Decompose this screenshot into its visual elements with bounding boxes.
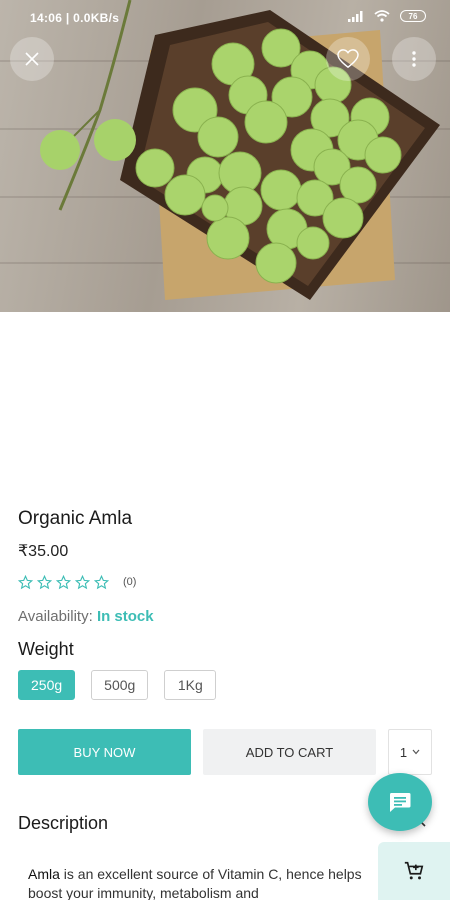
review-count: (0) bbox=[123, 576, 137, 588]
battery-icon: 76 bbox=[400, 10, 426, 22]
availability: Availability: In stock bbox=[18, 606, 432, 628]
favorite-button[interactable] bbox=[326, 37, 370, 81]
close-icon bbox=[25, 52, 39, 66]
weight-option-1kg[interactable]: 1Kg bbox=[164, 670, 217, 700]
status-bar: 14:06 | 0.0KB/s 76 bbox=[0, 0, 450, 36]
weight-options: 250g 500g 1Kg bbox=[18, 670, 432, 700]
status-time: 14:06 | 0.0KB/s bbox=[30, 11, 120, 25]
availability-label: Availability: bbox=[18, 608, 93, 625]
close-button[interactable] bbox=[10, 37, 54, 81]
product-title: Organic Amla bbox=[18, 508, 133, 529]
description-text: Amla is an excellent source of Vitamin C… bbox=[28, 865, 384, 900]
cart-button[interactable] bbox=[378, 842, 450, 900]
chat-button[interactable] bbox=[368, 773, 432, 831]
quantity-value: 1 bbox=[399, 744, 408, 760]
add-to-cart-button[interactable]: ADD TO CART bbox=[203, 729, 376, 775]
wifi-icon bbox=[374, 10, 390, 22]
heart-outline-icon bbox=[337, 49, 359, 69]
quantity-select[interactable]: 1 bbox=[388, 729, 432, 775]
product-price: ₹35.00 bbox=[18, 543, 69, 560]
more-vertical-icon bbox=[412, 51, 416, 67]
weight-option-500g[interactable]: 500g bbox=[91, 670, 149, 700]
cart-add-icon bbox=[404, 861, 424, 880]
more-options-button[interactable] bbox=[392, 37, 436, 81]
description-body: is an excellent source of Vitamin C, hen… bbox=[28, 866, 362, 900]
buy-now-button[interactable]: BUY NOW bbox=[18, 729, 191, 775]
weight-option-250g[interactable]: 250g bbox=[18, 670, 76, 700]
star-outline-icon bbox=[56, 574, 71, 589]
chevron-down-icon bbox=[412, 749, 420, 755]
description-highlight: Amla bbox=[28, 866, 60, 882]
product-details: Organic Amla ₹35.00 (0) Availability: In… bbox=[18, 506, 432, 700]
product-image: 14:06 | 0.0KB/s 76 bbox=[0, 0, 450, 312]
chat-icon bbox=[389, 793, 411, 812]
star-outline-icon bbox=[75, 574, 90, 589]
star-outline-icon bbox=[18, 574, 33, 589]
signal-icon bbox=[348, 10, 363, 22]
availability-value: In stock bbox=[96, 608, 154, 625]
weight-title: Weight bbox=[18, 639, 74, 659]
star-outline-icon bbox=[37, 574, 52, 589]
star-outline-icon bbox=[94, 574, 109, 589]
status-icons: 76 bbox=[348, 10, 426, 22]
description-title[interactable]: Description bbox=[18, 813, 108, 834]
action-bar: BUY NOW ADD TO CART 1 bbox=[18, 729, 432, 775]
amla-photo bbox=[40, 0, 440, 300]
rating-stars[interactable]: (0) bbox=[18, 572, 432, 592]
